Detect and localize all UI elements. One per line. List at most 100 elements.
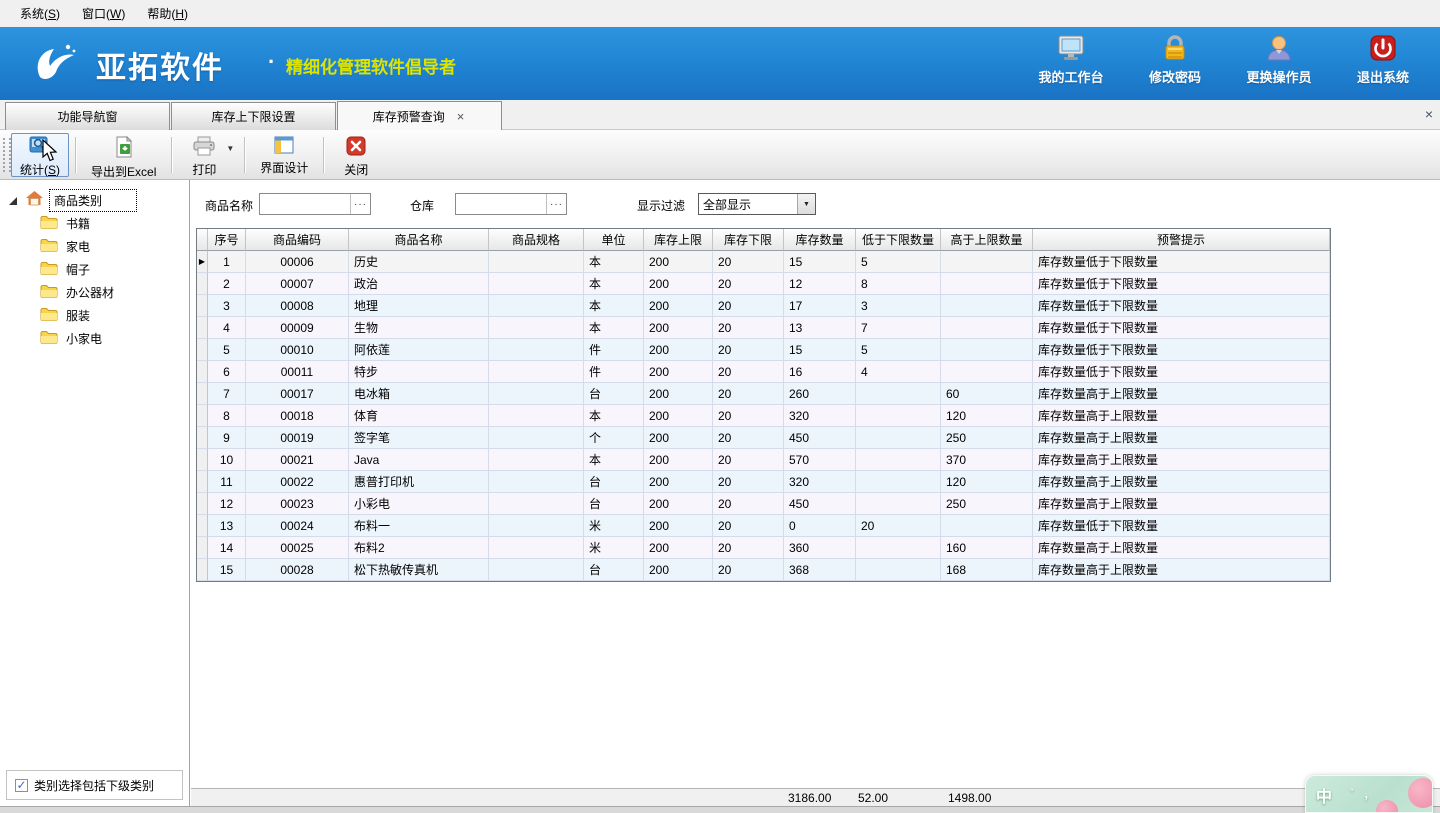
table-row[interactable]: 700017电冰箱台2002026060库存数量高于上限数量 xyxy=(197,383,1330,405)
chevron-down-icon[interactable]: ▼ xyxy=(797,194,815,214)
display-filter-select[interactable]: 全部显示 ▼ xyxy=(698,193,816,215)
column-header-6[interactable]: 库存上限 xyxy=(644,229,713,251)
table-row[interactable]: 500010阿依莲件20020155库存数量低于下限数量 xyxy=(197,339,1330,361)
table-cell: 本 xyxy=(584,251,644,273)
tree-root-label[interactable]: 商品类别 xyxy=(49,189,137,212)
include-subcategory-checkbox[interactable]: ✓ xyxy=(15,779,28,792)
table-cell: 260 xyxy=(784,383,856,405)
sidebar-item-帽子[interactable]: 帽子 xyxy=(40,258,189,281)
sidebar-item-办公器材[interactable]: 办公器材 xyxy=(40,281,189,304)
ime-punctuation-toggle[interactable]: ゜， xyxy=(1350,784,1376,803)
table-row[interactable]: 400009生物本20020137库存数量低于下限数量 xyxy=(197,317,1330,339)
table-cell: 20 xyxy=(713,493,784,515)
warehouse-value[interactable] xyxy=(456,194,546,214)
toolbar-button-2[interactable]: 导出到Excel xyxy=(82,133,165,177)
ime-mode-toggle[interactable]: 中 xyxy=(1316,783,1332,807)
table-cell: 15 xyxy=(784,251,856,273)
title-separator: · xyxy=(268,49,275,75)
table-row[interactable]: ▶100006历史本20020155库存数量低于下限数量 xyxy=(197,251,1330,273)
tabstrip-close-icon[interactable]: × xyxy=(1425,106,1433,122)
column-header-11[interactable]: 预警提示 xyxy=(1033,229,1330,251)
row-indicator-cell xyxy=(197,515,208,537)
table-cell: 00011 xyxy=(246,361,349,383)
table-cell: 台 xyxy=(584,471,644,493)
sidebar-item-服装[interactable]: 服装 xyxy=(40,304,189,327)
filter-row: 商品名称 ··· 仓库 ··· 显示过滤 全部显示 ▼ xyxy=(191,193,1440,217)
table-row[interactable]: 1500028松下热敏传真机台20020368168库存数量高于上限数量 xyxy=(197,559,1330,581)
table-row[interactable]: 200007政治本20020128库存数量低于下限数量 xyxy=(197,273,1330,295)
tree-children: 书籍家电帽子办公器材服装小家电 xyxy=(40,212,189,350)
table-cell: 200 xyxy=(644,471,713,493)
table-row[interactable]: 1200023小彩电台20020450250库存数量高于上限数量 xyxy=(197,493,1330,515)
product-name-input[interactable]: ··· xyxy=(259,193,371,215)
toolbar-button-5[interactable]: 关闭 xyxy=(330,133,382,177)
table-cell xyxy=(489,427,584,449)
row-indicator-cell xyxy=(197,273,208,295)
table-row[interactable]: 300008地理本20020173库存数量低于下限数量 xyxy=(197,295,1330,317)
table-cell: 库存数量高于上限数量 xyxy=(1033,405,1330,427)
sidebar-item-书籍[interactable]: 书籍 xyxy=(40,212,189,235)
table-cell: 370 xyxy=(941,449,1033,471)
column-header-3[interactable]: 商品名称 xyxy=(349,229,489,251)
toolbar-separator xyxy=(75,137,76,173)
column-header-2[interactable]: 商品编码 xyxy=(246,229,349,251)
below-limit-total: 52.00 xyxy=(858,791,888,805)
table-cell: 360 xyxy=(784,537,856,559)
warehouse-input[interactable]: ··· xyxy=(455,193,567,215)
column-header-5[interactable]: 单位 xyxy=(584,229,644,251)
table-cell: 库存数量低于下限数量 xyxy=(1033,317,1330,339)
column-header-1[interactable]: 序号 xyxy=(208,229,246,251)
table-cell: 库存数量低于下限数量 xyxy=(1033,361,1330,383)
column-header-8[interactable]: 库存数量 xyxy=(784,229,856,251)
table-row[interactable]: 1400025布料2米20020360160库存数量高于上限数量 xyxy=(197,537,1330,559)
tab-close-icon[interactable]: × xyxy=(455,109,467,124)
table-cell xyxy=(856,537,941,559)
lock-icon xyxy=(1162,35,1188,64)
current-row-marker-icon: ▶ xyxy=(199,257,205,266)
table-cell: 11 xyxy=(208,471,246,493)
toolbar-button-1[interactable]: 统计(S) xyxy=(11,133,69,177)
table-cell xyxy=(489,471,584,493)
column-header-7[interactable]: 库存下限 xyxy=(713,229,784,251)
banner-action-workbench[interactable]: 我的工作台 xyxy=(1032,35,1110,86)
table-cell: 5 xyxy=(856,251,941,273)
tree-expand-icon[interactable] xyxy=(8,195,18,205)
excel-export-icon xyxy=(114,136,134,161)
table-row[interactable]: 1100022惠普打印机台20020320120库存数量高于上限数量 xyxy=(197,471,1330,493)
table-row[interactable]: 600011特步件20020164库存数量低于下限数量 xyxy=(197,361,1330,383)
column-header-10[interactable]: 高于上限数量 xyxy=(941,229,1033,251)
product-name-value[interactable] xyxy=(260,194,350,214)
column-header-4[interactable]: 商品规格 xyxy=(489,229,584,251)
banner-action-power[interactable]: 退出系统 xyxy=(1344,35,1422,86)
table-cell: 15 xyxy=(784,339,856,361)
menu-item[interactable]: 系统(S) xyxy=(10,1,72,26)
print-dropdown-icon[interactable]: ▼ xyxy=(226,144,234,153)
tree-root-category[interactable]: 商品类别 xyxy=(0,188,189,212)
table-row[interactable]: 800018体育本20020320120库存数量高于上限数量 xyxy=(197,405,1330,427)
sidebar-item-家电[interactable]: 家电 xyxy=(40,235,189,258)
tab-2[interactable]: 库存上下限设置 xyxy=(171,102,336,130)
table-row[interactable]: 1000021Java本20020570370库存数量高于上限数量 xyxy=(197,449,1330,471)
product-name-browse-button[interactable]: ··· xyxy=(350,194,370,214)
table-row[interactable]: 1300024布料一米20020020库存数量低于下限数量 xyxy=(197,515,1330,537)
toolbar-button-4[interactable]: 界面设计 xyxy=(251,133,317,177)
banner-action-label: 更换操作员 xyxy=(1246,67,1311,86)
table-cell: 件 xyxy=(584,361,644,383)
sidebar-item-小家电[interactable]: 小家电 xyxy=(40,327,189,350)
row-indicator-cell xyxy=(197,361,208,383)
warehouse-browse-button[interactable]: ··· xyxy=(546,194,566,214)
ime-toolbar[interactable]: 中 ゜， xyxy=(1305,775,1433,813)
banner-action-lock[interactable]: 修改密码 xyxy=(1136,35,1214,86)
menu-item[interactable]: 窗口(W) xyxy=(72,1,137,26)
tab-1[interactable]: 功能导航窗 xyxy=(5,102,170,130)
toolbar-button-3[interactable]: 打印 xyxy=(178,133,230,177)
toolbar-grip[interactable] xyxy=(3,138,11,172)
tab-3[interactable]: 库存预警查询× xyxy=(337,101,502,130)
column-header-9[interactable]: 低于下限数量 xyxy=(856,229,941,251)
table-row[interactable]: 900019签字笔个20020450250库存数量高于上限数量 xyxy=(197,427,1330,449)
table-cell: 00028 xyxy=(246,559,349,581)
table-cell xyxy=(489,273,584,295)
table-cell xyxy=(856,559,941,581)
menu-item[interactable]: 帮助(H) xyxy=(137,1,200,26)
banner-action-operator[interactable]: 更换操作员 xyxy=(1240,35,1318,86)
